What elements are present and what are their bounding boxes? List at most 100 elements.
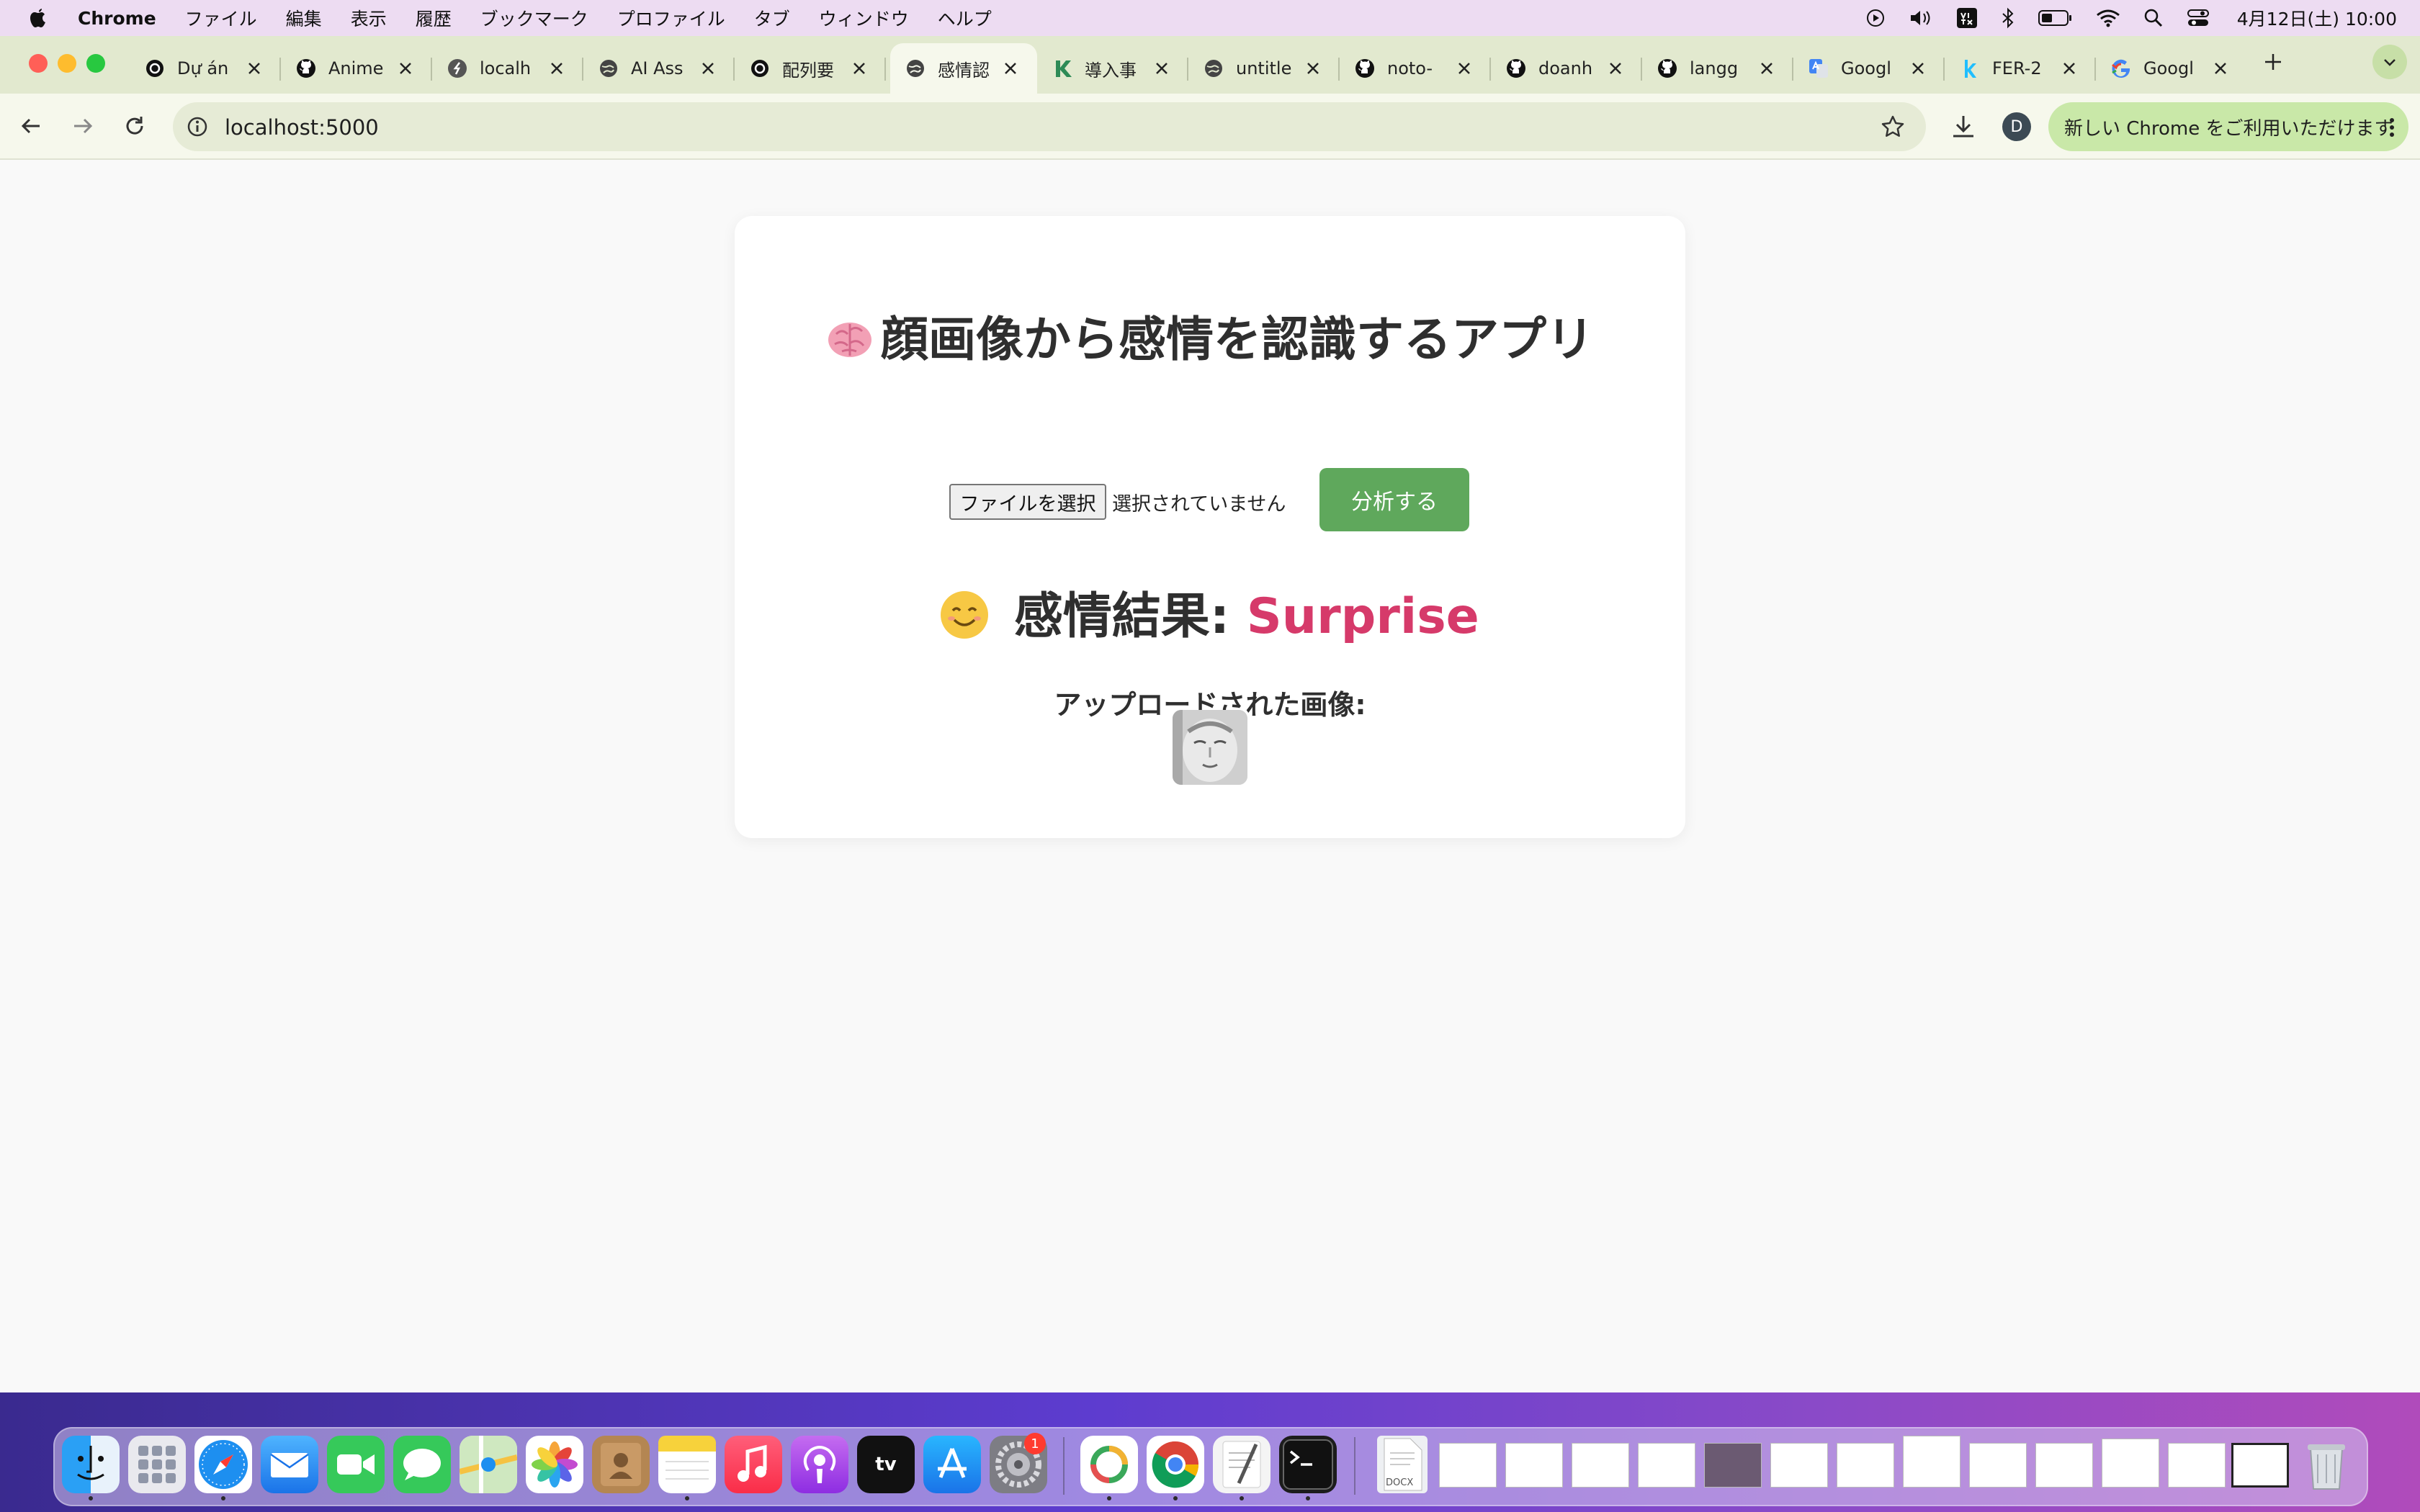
new-tab-button[interactable] (2259, 48, 2287, 76)
apple-tv-icon[interactable]: tv (857, 1436, 915, 1493)
more-menu-icon[interactable] (2388, 117, 2396, 138)
tab-close-icon[interactable] (2060, 59, 2079, 78)
apple-menu-icon[interactable] (27, 6, 49, 30)
address-bar[interactable]: localhost:5000 (173, 102, 1926, 151)
input-method-icon[interactable] (1956, 7, 1978, 29)
bookmark-star-icon[interactable] (1880, 114, 1906, 140)
browser-tab[interactable]: 導入事 (1037, 43, 1188, 94)
menu-history[interactable]: 履歴 (416, 5, 452, 31)
recent-window-thumbnail[interactable] (2231, 1443, 2289, 1488)
profile-avatar[interactable]: D (2002, 112, 2031, 141)
window-minimize-button[interactable] (58, 54, 76, 73)
docx-file-icon[interactable]: DOCX (1377, 1436, 1428, 1493)
tab-close-icon[interactable] (1152, 59, 1171, 78)
recent-window-thumbnail[interactable] (1505, 1443, 1563, 1488)
menu-view[interactable]: 表示 (351, 5, 387, 31)
podcasts-icon[interactable] (791, 1436, 848, 1493)
recent-window-thumbnail[interactable] (1969, 1443, 2027, 1488)
recent-window-thumbnail[interactable] (2102, 1439, 2159, 1488)
tab-close-icon[interactable] (850, 59, 869, 78)
reload-button[interactable] (118, 109, 151, 143)
tab-close-icon[interactable] (1909, 59, 1927, 78)
browser-tab[interactable]: FER-2 (1945, 43, 2096, 94)
download-icon[interactable] (1949, 112, 1978, 141)
tab-close-icon[interactable] (699, 59, 717, 78)
tab-close-icon[interactable] (2211, 59, 2230, 78)
bluetooth-icon[interactable] (2001, 7, 2015, 29)
back-button[interactable] (14, 109, 48, 143)
recent-window-thumbnail[interactable] (2168, 1443, 2226, 1488)
analyze-button[interactable]: 分析する (1319, 468, 1469, 531)
battery-icon[interactable] (2038, 9, 2073, 27)
recent-window-thumbnail[interactable] (1572, 1443, 1629, 1488)
contacts-icon[interactable] (592, 1436, 650, 1493)
copilot-icon[interactable] (1080, 1436, 1138, 1493)
menu-app-name[interactable]: Chrome (78, 8, 156, 29)
browser-tab-active[interactable]: 感情認 (890, 43, 1037, 94)
recent-window-thumbnail[interactable] (1903, 1436, 1960, 1488)
site-info-icon[interactable] (186, 115, 209, 138)
recent-window-thumbnail[interactable] (1638, 1443, 1695, 1488)
browser-tab[interactable]: AI Ass (583, 43, 735, 94)
textedit-icon[interactable] (1213, 1436, 1270, 1493)
menu-help[interactable]: ヘルプ (938, 5, 992, 31)
finder-icon[interactable] (62, 1436, 120, 1493)
maps-icon[interactable] (459, 1436, 518, 1493)
terminal-icon[interactable] (1279, 1436, 1337, 1493)
safari-icon[interactable] (194, 1436, 252, 1493)
browser-tab[interactable]: Googl (1793, 43, 1945, 94)
chrome-update-button[interactable]: 新しい Chrome をご利用いただけます (2048, 102, 2408, 151)
window-zoom-button[interactable] (86, 54, 105, 73)
browser-tab[interactable]: localh (432, 43, 583, 94)
result-label: 感情結果: (1013, 588, 1230, 645)
recent-window-thumbnail[interactable] (1770, 1443, 1828, 1488)
chrome-icon[interactable] (1147, 1436, 1204, 1493)
choose-file-button[interactable]: ファイルを選択 (949, 484, 1106, 520)
menu-file[interactable]: ファイル (185, 5, 257, 31)
recent-window-thumbnail[interactable] (2035, 1443, 2093, 1488)
url-text[interactable]: localhost:5000 (225, 115, 379, 140)
trash-icon[interactable] (2298, 1436, 2355, 1493)
launchpad-icon[interactable] (128, 1436, 186, 1493)
tab-close-icon[interactable] (1304, 59, 1322, 78)
tab-close-icon[interactable] (1757, 59, 1776, 78)
browser-tab[interactable]: Googl (2096, 43, 2247, 94)
facetime-icon[interactable] (327, 1436, 385, 1493)
tab-close-icon[interactable] (396, 59, 415, 78)
tab-close-icon[interactable] (1455, 59, 1474, 78)
browser-tab[interactable]: doanh (1491, 43, 1642, 94)
menu-profiles[interactable]: プロファイル (617, 5, 725, 31)
tab-close-icon[interactable] (1001, 59, 1020, 78)
forward-button[interactable] (66, 109, 99, 143)
messages-icon[interactable] (393, 1436, 451, 1493)
now-playing-icon[interactable] (1865, 8, 1886, 28)
browser-tab[interactable]: noto- (1340, 43, 1491, 94)
window-close-button[interactable] (29, 54, 48, 73)
browser-tab[interactable]: langg (1642, 43, 1793, 94)
browser-tab[interactable]: Anime (281, 43, 432, 94)
mail-icon[interactable] (261, 1436, 318, 1493)
spotlight-search-icon[interactable] (2143, 8, 2164, 28)
menu-tab[interactable]: タブ (754, 5, 790, 31)
notes-icon[interactable] (658, 1436, 716, 1493)
menu-bookmarks[interactable]: ブックマーク (480, 5, 588, 31)
menu-window[interactable]: ウィンドウ (819, 5, 909, 31)
control-center-icon[interactable] (2187, 8, 2210, 28)
recent-window-thumbnail[interactable] (1837, 1443, 1894, 1488)
volume-icon[interactable] (1909, 8, 1933, 28)
recent-window-thumbnail[interactable] (1439, 1443, 1497, 1488)
browser-tab[interactable]: 配列要 (735, 43, 886, 94)
browser-tab[interactable]: Dự án (130, 43, 281, 94)
tab-search-button[interactable] (2372, 45, 2407, 79)
recent-window-thumbnail[interactable] (1704, 1443, 1762, 1488)
photos-icon[interactable] (526, 1436, 583, 1493)
menubar-clock[interactable]: 4月12日(土) 10:00 (2237, 5, 2397, 31)
tab-close-icon[interactable] (245, 59, 264, 78)
browser-tab[interactable]: untitle (1188, 43, 1340, 94)
menu-edit[interactable]: 編集 (286, 5, 322, 31)
wifi-icon[interactable] (2096, 9, 2120, 27)
music-icon[interactable] (725, 1436, 782, 1493)
tab-close-icon[interactable] (547, 59, 566, 78)
tab-close-icon[interactable] (1606, 59, 1625, 78)
app-store-icon[interactable] (923, 1436, 981, 1493)
